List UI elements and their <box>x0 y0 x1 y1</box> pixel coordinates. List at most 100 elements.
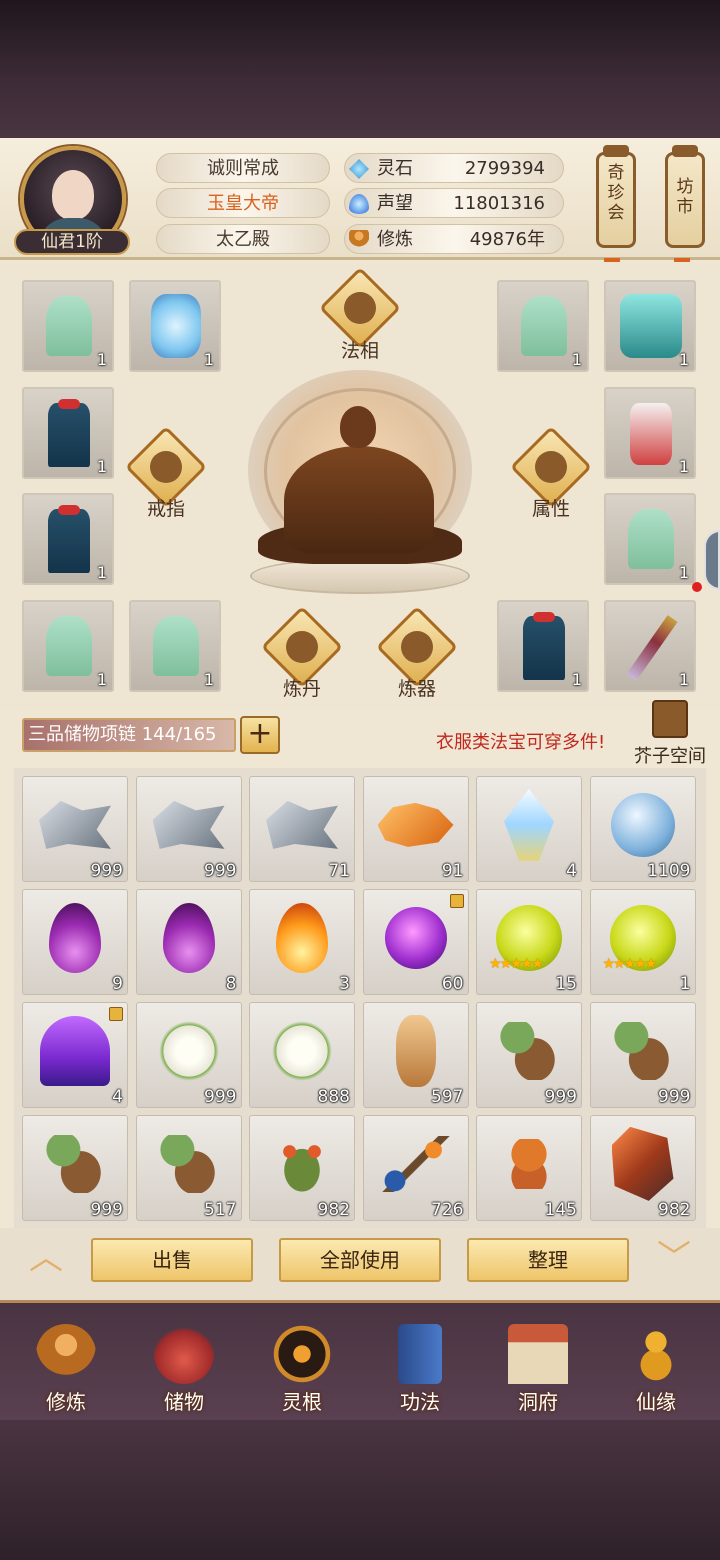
nav-label: 功法 <box>400 1390 440 1414</box>
equip-slot[interactable]: 1 <box>604 493 696 585</box>
reputation-icon <box>349 194 369 214</box>
herb-root-icon <box>500 1021 558 1080</box>
bottom-background <box>0 1420 720 1560</box>
cultivation-icon <box>349 230 369 250</box>
use-all-button[interactable]: 全部使用 <box>279 1238 441 1282</box>
equip-slot[interactable]: 1 <box>22 387 114 479</box>
red-armor-icon <box>630 403 672 465</box>
nav-technique[interactable]: 功法 <box>368 1318 472 1418</box>
slot-count: 1 <box>678 457 689 476</box>
inventory-slot[interactable]: 999 <box>22 1115 128 1221</box>
equip-slot[interactable]: 1 <box>604 387 696 479</box>
storage-capacity-bar: 三品储物项链 144/165 <box>22 718 236 752</box>
equip-slot[interactable]: 1 <box>497 600 589 692</box>
sort-button[interactable]: 整理 <box>467 1238 629 1282</box>
white-lily-icon <box>158 1020 219 1081</box>
item-count: 145 <box>544 1200 577 1220</box>
slot-count: 1 <box>96 563 107 582</box>
inventory-slot[interactable]: 71 <box>249 776 355 882</box>
mustard-space-button[interactable]: 芥子空间 <box>630 700 710 767</box>
resource-label: 灵石 <box>377 158 413 179</box>
cordyceps-icon <box>494 1138 564 1189</box>
nav-storage[interactable]: 储物 <box>132 1318 236 1418</box>
water-orb-icon <box>610 792 675 857</box>
equip-slot[interactable]: 1 <box>604 600 696 692</box>
inventory-slot[interactable]: 982 <box>589 1115 696 1221</box>
market-button[interactable]: 坊市 <box>665 145 705 248</box>
title-motto: 诚则常成 <box>156 153 330 183</box>
slot-count: 1 <box>96 670 107 689</box>
inventory-slot[interactable]: 4 <box>22 1002 128 1108</box>
item-count: 888 <box>317 1087 350 1107</box>
item-count: 71 <box>328 861 350 881</box>
item-count: 999 <box>204 1087 237 1107</box>
inventory-slot[interactable]: 999 <box>589 1002 696 1108</box>
green-robe-icon <box>46 616 92 676</box>
inventory-slot[interactable]: 999 <box>22 776 128 882</box>
equip-slot[interactable]: 1 <box>22 600 114 692</box>
nav-cultivate[interactable]: 修炼 <box>14 1318 118 1418</box>
nav-fortune[interactable]: 仙缘 <box>604 1318 708 1418</box>
item-count: 4 <box>112 1087 123 1107</box>
slot-count: 1 <box>203 670 214 689</box>
green-robe-icon <box>521 296 567 356</box>
expand-storage-button[interactable]: + <box>240 716 280 754</box>
cultivate-icon <box>36 1324 96 1384</box>
inventory-slot[interactable]: ★★★★★ 15 <box>476 889 582 995</box>
nav-cave[interactable]: 洞府 <box>486 1318 590 1418</box>
equip-slot[interactable]: 1 <box>129 280 221 372</box>
storage-bag-icon <box>154 1324 214 1384</box>
inventory-slot[interactable]: ★★★★★ 1 <box>589 889 696 995</box>
inventory-slot[interactable]: 999 <box>135 776 242 882</box>
inventory-slot[interactable]: 3 <box>249 889 355 995</box>
equip-slot[interactable]: 1 <box>129 600 221 692</box>
treasure-fair-button[interactable]: 奇珍会 <box>596 145 636 248</box>
green-robe-icon <box>46 296 92 356</box>
fire-icon <box>276 902 328 973</box>
dharma-figure[interactable] <box>218 370 502 600</box>
herb-root-icon <box>46 1134 104 1193</box>
notification-dot <box>692 582 702 592</box>
equip-slot[interactable]: 1 <box>604 280 696 372</box>
equip-slot[interactable]: 1 <box>22 493 114 585</box>
purple-altar-icon <box>40 1015 110 1086</box>
sell-button[interactable]: 出售 <box>91 1238 253 1282</box>
fortune-gourd-icon <box>626 1324 686 1384</box>
nav-label: 储物 <box>164 1390 204 1414</box>
inventory-slot[interactable]: 145 <box>476 1115 582 1221</box>
resource-spirit-stone: 灵石 2799394 <box>344 153 564 183</box>
inventory-slot[interactable]: 1109 <box>589 776 696 882</box>
inventory-slot[interactable]: 888 <box>249 1002 355 1108</box>
white-lily-icon <box>272 1020 332 1081</box>
inventory-slot[interactable]: 9 <box>22 889 128 995</box>
inventory-slot[interactable]: 517 <box>135 1115 242 1221</box>
side-pull-tab[interactable] <box>704 530 720 590</box>
equip-slot[interactable]: 1 <box>497 280 589 372</box>
page-down-arrow-icon[interactable]: ﹀ <box>646 1240 702 1280</box>
lock-icon <box>109 1007 123 1021</box>
inventory-slot[interactable]: 597 <box>362 1002 469 1108</box>
red-flower-plant-icon <box>271 1132 333 1195</box>
inventory-slot[interactable]: 4 <box>476 776 582 882</box>
cauldron-icon <box>286 631 318 663</box>
figure-body <box>284 446 434 554</box>
inventory-slot[interactable]: 91 <box>362 776 469 882</box>
equip-slot[interactable]: 1 <box>22 280 114 372</box>
slot-count: 1 <box>571 350 582 369</box>
jade-armor-icon <box>620 294 682 358</box>
inventory-slot[interactable]: 60 <box>362 889 469 995</box>
inventory-slot[interactable]: 999 <box>476 1002 582 1108</box>
slot-count: 1 <box>96 457 107 476</box>
resource-value: 2799394 <box>464 158 545 179</box>
dharma-form-label: 法相 <box>340 340 379 362</box>
page-up-arrow-icon[interactable]: ︿ <box>18 1240 74 1280</box>
spirit-stone-icon <box>349 159 369 179</box>
item-count: 60 <box>441 974 464 994</box>
fire-rock-icon <box>611 1126 674 1201</box>
inventory-slot[interactable]: 999 <box>135 1002 242 1108</box>
inventory-slot[interactable]: 8 <box>135 889 242 995</box>
inventory-slot[interactable]: 726 <box>362 1115 469 1221</box>
nav-spirit-root[interactable]: 灵根 <box>250 1318 354 1418</box>
inventory-slot[interactable]: 982 <box>249 1115 355 1221</box>
slot-count: 1 <box>571 670 582 689</box>
